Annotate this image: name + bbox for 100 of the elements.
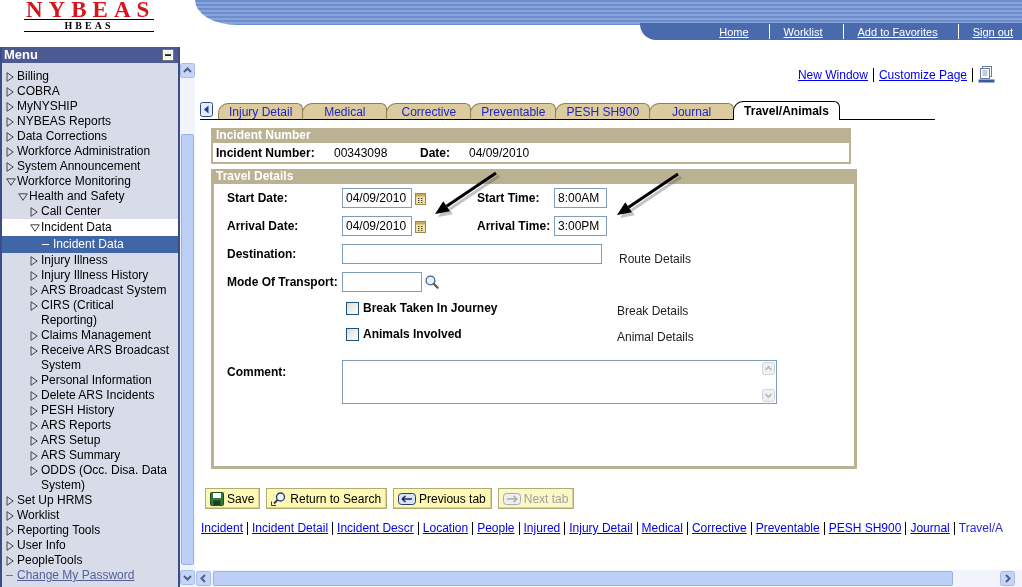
field-value: 00343098 xyxy=(334,145,389,160)
menu-item[interactable]: Call Center xyxy=(2,204,178,219)
menu-item[interactable]: Reporting Tools xyxy=(2,523,178,538)
menu-item[interactable]: NYBEAS Reports xyxy=(2,114,178,129)
menu-item[interactable]: Receive ARS Broadcast System xyxy=(2,343,178,373)
tab[interactable]: Preventable xyxy=(470,103,557,119)
section-header: Incident Number xyxy=(211,128,851,143)
menu-item[interactable]: Set Up HRMS xyxy=(2,493,178,508)
page-link[interactable]: Injured xyxy=(523,521,561,535)
page-link[interactable]: Customize Page xyxy=(878,67,967,82)
field-label: Start Time: xyxy=(477,191,541,205)
search-icon xyxy=(271,491,288,506)
current-page-link[interactable]: Travel/A xyxy=(958,521,1003,535)
tab[interactable]: PESH SH900 xyxy=(555,103,651,119)
menu-item[interactable]: ARS Summary xyxy=(2,448,178,463)
page-link[interactable]: Corrective xyxy=(691,521,747,535)
checkbox-label[interactable]: Animals Involved xyxy=(363,327,462,341)
date-field[interactable]: 04/09/2010 xyxy=(342,216,412,236)
menu-item[interactable]: User Info xyxy=(2,538,178,553)
details-text: Break Details xyxy=(617,304,689,318)
menu-item[interactable]: Workforce Administration xyxy=(2,144,178,159)
field-label: Incident Number: xyxy=(216,145,316,160)
arrow-right-icon xyxy=(502,492,521,505)
tab[interactable]: Travel/Animals xyxy=(733,101,840,120)
nav-link[interactable]: Home xyxy=(719,25,749,38)
transport-field[interactable] xyxy=(342,272,422,292)
page-link[interactable]: Preventable xyxy=(755,521,820,535)
menu-item[interactable]: PESH History xyxy=(2,403,178,418)
menu-item[interactable]: PeopleTools xyxy=(2,553,178,568)
save-button[interactable]: Save xyxy=(205,488,261,509)
menu-item[interactable]: Injury Illness History xyxy=(2,268,178,283)
menu-item[interactable]: Billing xyxy=(2,69,178,84)
checkbox[interactable] xyxy=(346,327,359,341)
field-label: Date: xyxy=(420,145,451,160)
menu-item[interactable]: MyNYSHIP xyxy=(2,99,178,114)
scrollbar-thumb[interactable] xyxy=(213,571,953,586)
menu-item[interactable]: ARS Broadcast System xyxy=(2,283,178,298)
page-link[interactable]: PESH SH900 xyxy=(828,521,902,535)
time-field[interactable]: 3:00PM xyxy=(554,216,607,236)
page-link[interactable]: Incident Detail xyxy=(252,521,329,535)
checkbox-label[interactable]: Break Taken In Journey xyxy=(363,301,498,315)
vertical-scrollbar[interactable] xyxy=(180,63,195,587)
tab[interactable]: Injury Detail xyxy=(218,103,304,119)
chevron-right-icon[interactable] xyxy=(1000,571,1015,586)
menu-item[interactable]: ARS Setup xyxy=(2,433,178,448)
menu-item[interactable]: Personal Information xyxy=(2,373,178,388)
menu-item[interactable]: Claims Management xyxy=(2,328,178,343)
field-label: Destination: xyxy=(227,247,298,261)
chevron-left-icon[interactable] xyxy=(196,571,211,586)
page-link[interactable]: Medical xyxy=(641,521,683,535)
menu-item[interactable]: Incident Data xyxy=(2,236,178,253)
menu-item[interactable]: COBRA xyxy=(2,84,178,99)
page-link[interactable]: People xyxy=(477,521,515,535)
menu-item[interactable]: Health and Safety xyxy=(2,189,178,204)
menu-item[interactable]: ARS Reports xyxy=(2,418,178,433)
chevron-down-icon[interactable] xyxy=(180,570,195,585)
page-link[interactable]: Injury Detail xyxy=(569,521,633,535)
menu-item[interactable]: Injury Illness xyxy=(2,253,178,268)
collapse-icon[interactable] xyxy=(162,49,174,61)
page-link[interactable]: Location xyxy=(422,521,469,535)
scrollbar-thumb[interactable] xyxy=(181,134,194,565)
menu-item[interactable]: Delete ARS Incidents xyxy=(2,388,178,403)
return-to-search-button[interactable]: Return to Search xyxy=(266,488,388,509)
details-text: Animal Details xyxy=(617,330,694,344)
tab[interactable]: Medical xyxy=(302,103,388,119)
caret-right-icon xyxy=(30,207,38,217)
logo-title: NYBEAS xyxy=(26,0,156,19)
menu-item[interactable]: CIRS (Critical Reporting) xyxy=(2,298,178,328)
destination-field[interactable] xyxy=(342,244,602,264)
date-field[interactable]: 04/09/2010 xyxy=(342,188,412,208)
search-icon[interactable] xyxy=(425,275,439,289)
page-link[interactable]: Incident xyxy=(201,521,244,535)
tab[interactable]: Corrective xyxy=(386,103,472,119)
menu-link[interactable]: Change My Password xyxy=(2,568,178,583)
menu-item[interactable]: Incident Data xyxy=(2,219,178,236)
menu-item[interactable]: Worklist xyxy=(2,508,178,523)
caret-left-icon[interactable] xyxy=(200,102,213,117)
page-link[interactable]: Journal xyxy=(910,521,950,535)
details-text: Route Details xyxy=(619,252,692,266)
field-label: Comment: xyxy=(227,364,288,379)
menu-item[interactable]: ODDS (Occ. Disa. Data System) xyxy=(2,463,178,493)
menu-item[interactable]: Workforce Monitoring xyxy=(2,174,178,189)
horizontal-scrollbar[interactable] xyxy=(195,570,1022,587)
time-field[interactable]: 8:00AM xyxy=(554,188,607,208)
menu-title: Menu xyxy=(4,47,38,63)
field-label: Start Date: xyxy=(227,191,289,205)
menu-item[interactable]: Data Corrections xyxy=(2,129,178,144)
previous-tab-button[interactable]: Previous tab xyxy=(393,488,492,509)
chevron-up-icon[interactable] xyxy=(180,63,195,78)
checkbox[interactable] xyxy=(346,301,359,315)
nav-link[interactable]: Add to Favorites xyxy=(857,25,938,38)
page-link[interactable]: Incident Descr xyxy=(337,521,414,535)
nav-link[interactable]: Sign out xyxy=(972,25,1013,38)
page-link[interactable]: New Window xyxy=(797,67,868,82)
tab[interactable]: Journal xyxy=(649,103,735,119)
calendar-icon[interactable] xyxy=(415,219,426,233)
menu-item[interactable]: System Announcement xyxy=(2,159,178,174)
page-icon[interactable] xyxy=(978,66,995,83)
nav-link[interactable]: Worklist xyxy=(783,25,823,38)
calendar-icon[interactable] xyxy=(415,191,426,205)
